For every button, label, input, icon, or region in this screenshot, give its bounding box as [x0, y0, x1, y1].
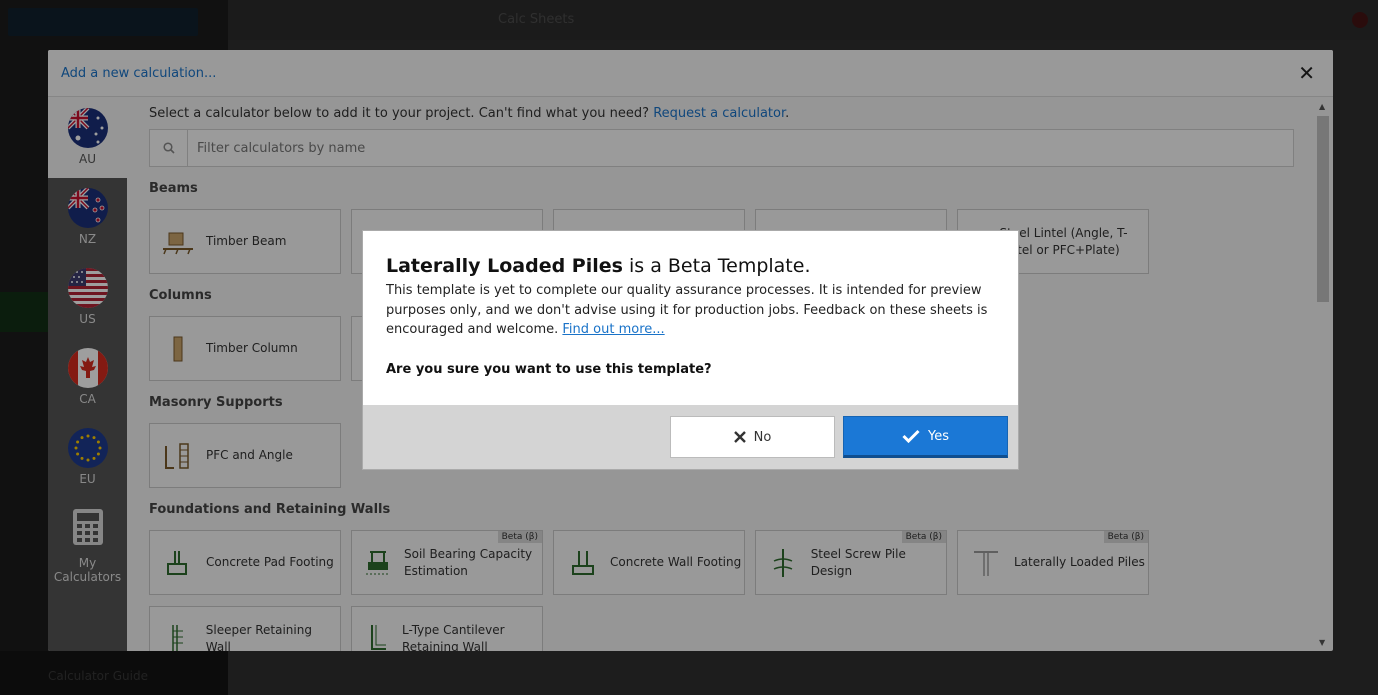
dialog-heading: Laterally Loaded Piles is a Beta Templat…: [386, 255, 995, 277]
dialog-footer: No Yes: [363, 405, 1018, 469]
yes-button-label: Yes: [928, 428, 949, 444]
dialog-heading-template: Laterally Loaded Piles: [386, 255, 623, 277]
dialog-text-body: This template is yet to complete our qua…: [386, 283, 988, 337]
no-button[interactable]: No: [670, 416, 835, 458]
no-button-label: No: [753, 429, 772, 445]
dialog-body: Laterally Loaded Piles is a Beta Templat…: [363, 231, 1018, 406]
beta-template-dialog: Laterally Loaded Piles is a Beta Templat…: [362, 230, 1019, 470]
close-icon: [733, 431, 746, 443]
dialog-text: This template is yet to complete our qua…: [386, 281, 995, 340]
find-out-more-link[interactable]: Find out more...: [562, 322, 664, 337]
dialog-heading-rest: is a Beta Template.: [622, 255, 811, 277]
yes-button[interactable]: Yes: [843, 416, 1008, 458]
dialog-question: Are you sure you want to use this templa…: [386, 361, 712, 377]
check-icon: [902, 429, 920, 443]
